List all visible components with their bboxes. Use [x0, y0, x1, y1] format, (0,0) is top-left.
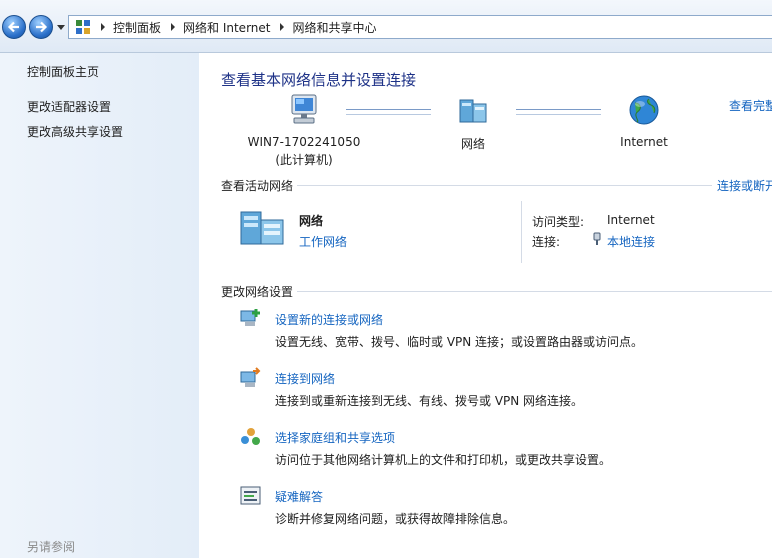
local-connection-link[interactable]: 本地连接: [607, 233, 655, 250]
task-troubleshoot-link[interactable]: 疑难解答: [275, 488, 323, 505]
new-connection-icon[interactable]: [239, 307, 263, 329]
sidebar-item-change-adapter-settings[interactable]: 更改适配器设置: [27, 98, 111, 115]
back-arrow-icon: [7, 21, 19, 33]
breadcrumb-item-network-sharing-center[interactable]: 网络和共享中心: [292, 19, 376, 36]
section-divider: [221, 291, 772, 292]
forward-button[interactable]: [29, 15, 53, 39]
back-button[interactable]: [2, 15, 26, 39]
see-also-heading: 另请参阅: [27, 540, 76, 554]
breadcrumb-item-network-internet[interactable]: 网络和 Internet: [183, 19, 270, 36]
chevron-right-icon[interactable]: [280, 23, 285, 31]
sidebar-item-change-advanced-sharing[interactable]: 更改高级共享设置: [27, 123, 123, 140]
recent-pages-dropdown[interactable]: [57, 25, 65, 30]
sidebar-item-control-panel-home[interactable]: 控制面板主页: [27, 63, 99, 80]
internet-node-label[interactable]: Internet: [609, 135, 679, 149]
sidebar: 控制面板主页 更改适配器设置 更改高级共享设置 另请参阅: [0, 53, 199, 558]
access-type-label: 访问类型:: [532, 215, 585, 229]
task-homegroup-link[interactable]: 选择家庭组和共享选项: [275, 429, 395, 446]
connect-disconnect-link[interactable]: 连接或断开: [717, 177, 772, 194]
network-node-label[interactable]: 网络: [443, 135, 503, 152]
main-content: 查看基本网络信息并设置连接 查看完整 WIN7-1702241050 (此计算机…: [199, 53, 772, 558]
computer-name: WIN7-1702241050: [247, 135, 361, 149]
internet-globe-icon[interactable]: [627, 93, 661, 127]
view-full-map-link[interactable]: 查看完整: [729, 97, 772, 114]
page-title: 查看基本网络信息并设置连接: [221, 71, 417, 89]
breadcrumb-item-control-panel[interactable]: 控制面板: [113, 19, 161, 36]
task-homegroup-desc: 访问位于其他网络计算机上的文件和打印机，或更改共享设置。: [275, 453, 612, 467]
connection-line: [516, 109, 601, 115]
connect-network-icon[interactable]: [239, 367, 263, 389]
breadcrumb[interactable]: 控制面板 网络和 Internet 网络和共享中心: [68, 15, 772, 39]
network-type-link[interactable]: 工作网络: [299, 233, 347, 250]
task-troubleshoot-desc: 诊断并修复网络问题，或获得故障排除信息。: [275, 512, 516, 526]
task-connect-network-link[interactable]: 连接到网络: [275, 370, 335, 387]
access-type-value: Internet: [607, 213, 655, 227]
computer-node[interactable]: WIN7-1702241050 (此计算机): [234, 135, 374, 168]
ethernet-plug-icon: [593, 232, 601, 245]
chevron-right-icon[interactable]: [171, 23, 176, 31]
change-settings-heading: 更改网络设置: [221, 283, 298, 300]
connection-line: [346, 109, 431, 115]
active-network-icon[interactable]: [239, 208, 287, 248]
connection-label: 连接:: [532, 235, 561, 249]
chevron-right-icon[interactable]: [101, 23, 105, 31]
active-networks-heading: 查看活动网络: [221, 177, 298, 194]
address-bar: 控制面板 网络和 Internet 网络和共享中心: [0, 0, 772, 53]
computer-sub: (此计算机): [275, 153, 333, 167]
network-icon[interactable]: [457, 96, 489, 126]
homegroup-icon[interactable]: [239, 426, 263, 448]
forward-arrow-icon: [36, 21, 48, 33]
task-connect-network-desc: 连接到或重新连接到无线、有线、拨号或 VPN 网络连接。: [275, 394, 584, 408]
task-new-connection-desc: 设置无线、宽带、拨号、临时或 VPN 连接；或设置路由器或访问点。: [275, 335, 644, 349]
troubleshoot-icon[interactable]: [239, 485, 263, 507]
task-new-connection-link[interactable]: 设置新的连接或网络: [275, 311, 383, 328]
active-network-name: 网络: [299, 214, 324, 228]
vertical-divider: [521, 201, 522, 263]
control-panel-icon: [75, 19, 91, 35]
computer-icon[interactable]: [286, 93, 322, 127]
